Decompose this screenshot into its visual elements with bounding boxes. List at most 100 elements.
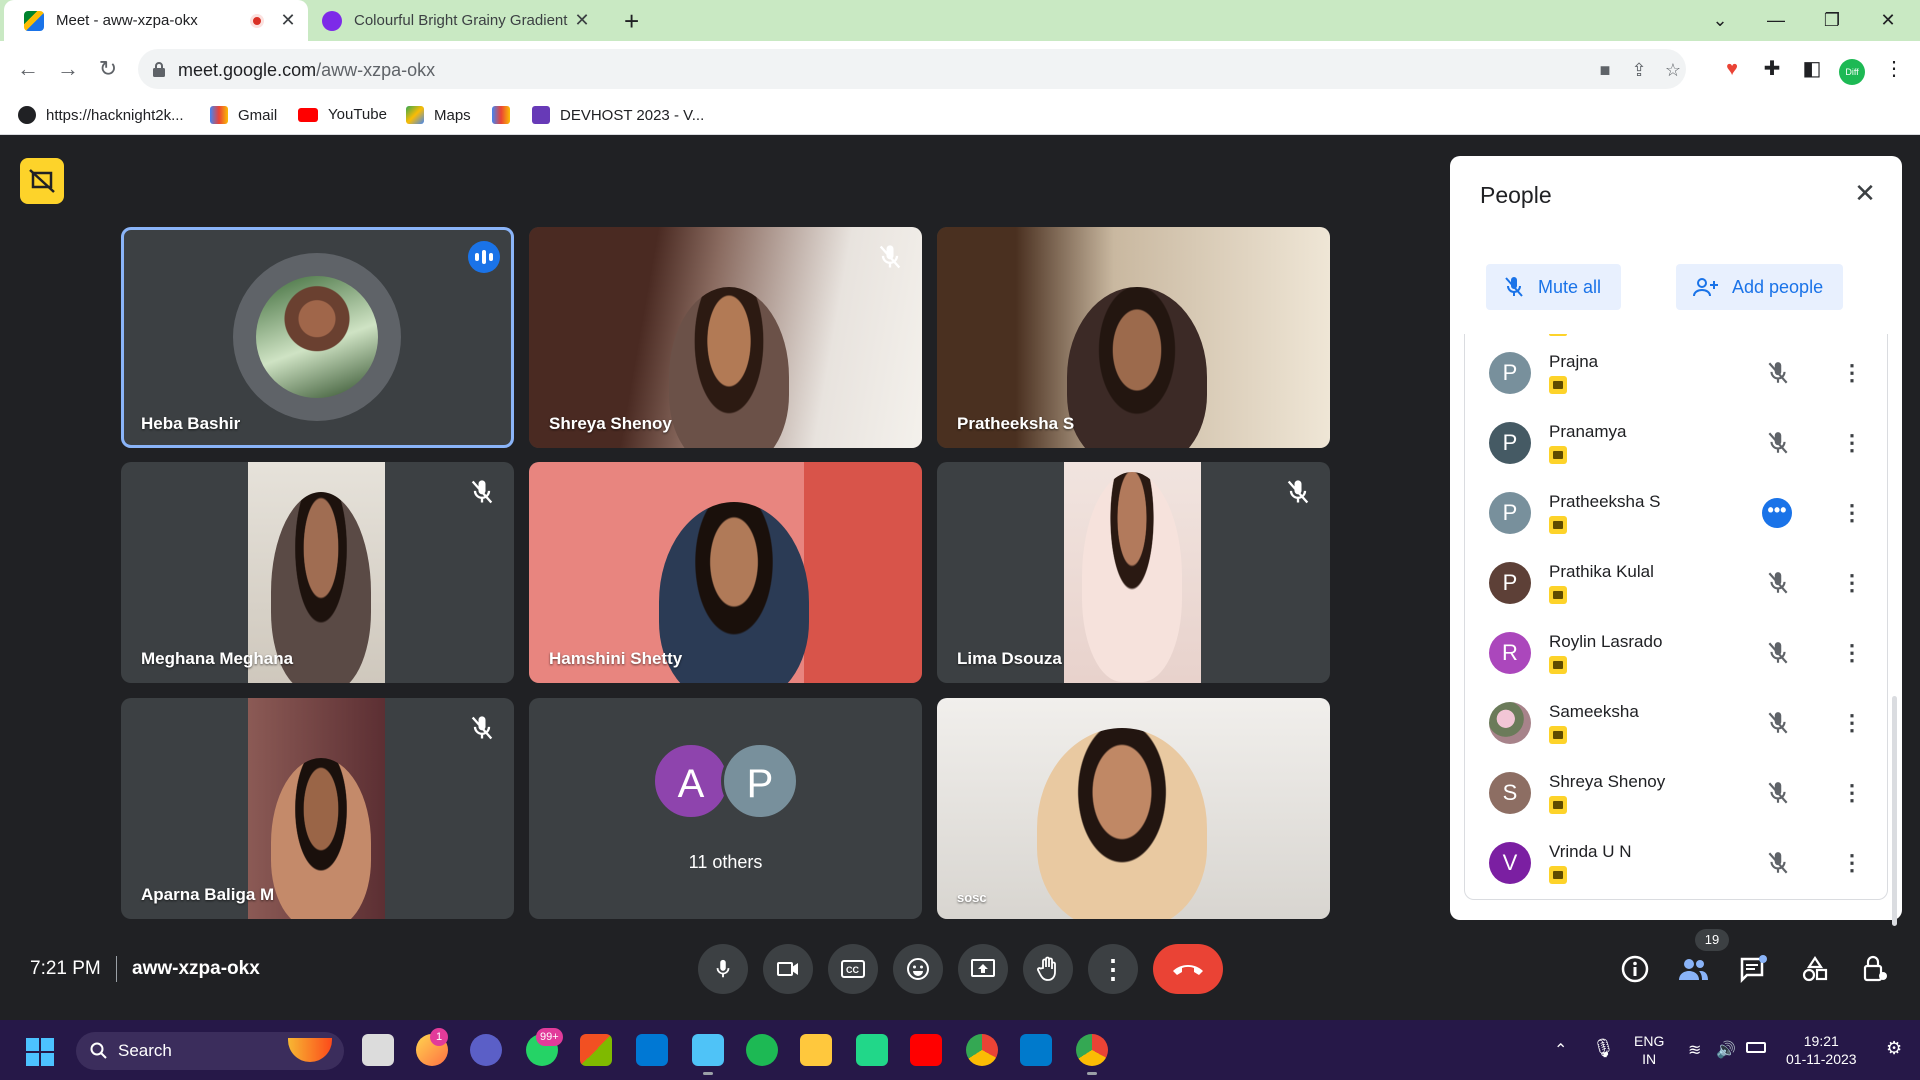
list-item[interactable]: P Prajna ⋮ (1465, 338, 1887, 408)
battery-icon[interactable] (1746, 1042, 1766, 1053)
forward-icon[interactable]: → (54, 55, 82, 83)
bookmark-maps[interactable]: Maps (406, 106, 471, 124)
camera-in-use-icon[interactable]: ■ (1594, 59, 1616, 81)
bookmark-star-icon[interactable]: ☆ (1662, 59, 1684, 81)
notifications-icon[interactable]: ⚙ (1886, 1038, 1902, 1059)
teams-chat-icon[interactable] (470, 1034, 502, 1066)
people-button[interactable] (1676, 952, 1710, 986)
participant-name: Heba Bashir (141, 414, 241, 433)
profile-avatar[interactable]: Diff (1838, 55, 1866, 85)
host-controls-button[interactable] (1858, 952, 1892, 986)
more-options-icon[interactable]: ⋮ (1841, 568, 1863, 598)
browser-menu-icon[interactable]: ⋮ (1880, 55, 1908, 83)
list-item[interactable]: V Vrinda U N ⋮ (1465, 828, 1887, 898)
close-tab-icon[interactable]: ✕ (572, 10, 592, 31)
emoji-icon (907, 958, 929, 980)
new-tab-button[interactable]: + (624, 6, 639, 37)
end-call-button[interactable] (1153, 944, 1223, 994)
tile-lima-dsouza[interactable]: Lima Dsouza (937, 462, 1330, 683)
wifi-icon[interactable]: ≋ (1688, 1040, 1701, 1060)
raise-hand-button[interactable] (1023, 944, 1073, 994)
activities-button[interactable] (1798, 952, 1832, 986)
tile-pratheeksha-s[interactable]: Pratheeksha S (937, 227, 1330, 448)
more-options-icon[interactable]: ⋮ (1841, 848, 1863, 878)
muted-mic-icon (1768, 432, 1788, 454)
maximize-button[interactable]: ❐ (1804, 0, 1860, 41)
host-controls-icon[interactable] (20, 158, 64, 204)
notepad-icon[interactable] (692, 1034, 724, 1075)
list-item[interactable]: R Roylin Lasrado ⋮ (1465, 618, 1887, 688)
bookmark-gmail[interactable]: Gmail (210, 106, 277, 124)
more-options-icon[interactable]: ⋮ (1841, 778, 1863, 808)
bookmark-hacknight[interactable]: https://hacknight2k... (18, 106, 184, 124)
extensions-puzzle-icon[interactable]: ✚ (1758, 55, 1786, 83)
chevron-up-icon[interactable]: ⌃ (1554, 1040, 1567, 1060)
close-window-button[interactable]: ✕ (1860, 0, 1916, 41)
taskbar-search[interactable]: Search (76, 1032, 344, 1070)
task-view-icon[interactable] (362, 1034, 394, 1066)
volume-icon[interactable]: 🔊 (1716, 1040, 1736, 1060)
more-options-icon[interactable]: ⋮ (1841, 498, 1863, 528)
chrome-profile-icon[interactable] (1076, 1034, 1108, 1075)
chrome-icon[interactable] (966, 1034, 998, 1066)
more-options-button[interactable]: ⋮ (1088, 944, 1138, 994)
more-options-icon[interactable]: ⋮ (1841, 708, 1863, 738)
file-explorer-icon[interactable] (800, 1034, 832, 1066)
pycharm-icon[interactable] (856, 1034, 888, 1066)
spotify-icon[interactable] (746, 1034, 778, 1066)
tab-title: Colourful Bright Grainy Gradient (354, 12, 568, 29)
captions-button[interactable]: CC (828, 944, 878, 994)
meeting-code: aww-xzpa-okx (132, 958, 260, 979)
tab-meet[interactable]: Meet - aww-xzpa-okx ✕ (4, 0, 308, 41)
bookmark-devhost[interactable]: DEVHOST 2023 - V... (532, 106, 704, 124)
system-clock[interactable]: 19:21 01-11-2023 (1786, 1032, 1857, 1068)
extension-heart-icon[interactable]: ♥ (1718, 55, 1746, 83)
camera-button[interactable] (763, 944, 813, 994)
participant-name: Aparna Baliga M (141, 885, 275, 904)
back-icon[interactable]: ← (14, 55, 42, 83)
scrollbar[interactable] (1892, 696, 1897, 926)
meeting-details-button[interactable] (1618, 952, 1652, 986)
tab-search-icon[interactable]: ⌄ (1692, 0, 1748, 41)
add-people-button[interactable]: Add people (1676, 264, 1844, 310)
share-icon[interactable]: ⇪ (1628, 59, 1650, 81)
tile-meghana[interactable]: Meghana Meghana (121, 462, 514, 683)
minimize-button[interactable]: — (1748, 0, 1804, 41)
language-indicator[interactable]: ENG IN (1634, 1032, 1664, 1068)
windows-start-icon[interactable] (26, 1038, 54, 1066)
panel-title: People (1480, 182, 1552, 208)
side-panel-icon[interactable]: ◧ (1798, 55, 1826, 83)
chat-button[interactable] (1736, 952, 1770, 986)
tile-hamshini-shetty[interactable]: Hamshini Shetty (529, 462, 922, 683)
close-tab-icon[interactable]: ✕ (278, 10, 298, 31)
lens-app-icon[interactable] (636, 1034, 668, 1066)
tile-aparna-baliga-m[interactable]: Aparna Baliga M (121, 698, 514, 919)
microphone-button[interactable] (698, 944, 748, 994)
more-options-icon[interactable]: ⋮ (1841, 358, 1863, 388)
list-item[interactable]: P Pranamya ⋮ (1465, 408, 1887, 478)
youtube-app-icon[interactable] (910, 1034, 942, 1066)
reactions-button[interactable] (893, 944, 943, 994)
tile-sosc[interactable]: sosc (937, 698, 1330, 919)
tile-shreya-shenoy[interactable]: Shreya Shenoy (529, 227, 922, 448)
tile-heba-bashir[interactable]: Heba Bashir (121, 227, 514, 448)
microphone-tray-icon[interactable]: 🎙 (1592, 1038, 1615, 1059)
list-item[interactable]: Sameeksha ⋮ (1465, 688, 1887, 758)
bookmark-youtube[interactable]: YouTube (298, 106, 387, 123)
list-item[interactable]: P Pratheeksha S ••• ⋮ (1465, 478, 1887, 548)
tab-gradient[interactable]: Colourful Bright Grainy Gradient ✕ (312, 0, 602, 41)
list-item[interactable]: P Prathika Kulal ⋮ (1465, 548, 1887, 618)
tab-title: Meet - aww-xzpa-okx (56, 12, 198, 29)
more-options-icon[interactable]: ⋮ (1841, 638, 1863, 668)
reload-icon[interactable]: ↻ (94, 55, 122, 83)
list-item[interactable]: S Shreya Shenoy ⋮ (1465, 758, 1887, 828)
mute-all-button[interactable]: Mute all (1486, 264, 1622, 310)
microsoft-store-icon[interactable] (580, 1034, 612, 1066)
tile-others[interactable]: A P 11 others (529, 698, 922, 919)
address-bar[interactable]: meet.google.com/aww-xzpa-okx ■ ⇪ ☆ (138, 49, 1686, 89)
bookmark-gmail-2[interactable] (492, 106, 520, 124)
more-options-icon[interactable]: ⋮ (1841, 428, 1863, 458)
present-button[interactable] (958, 944, 1008, 994)
close-panel-icon[interactable]: ✕ (1850, 178, 1880, 208)
vscode-icon[interactable] (1020, 1034, 1052, 1066)
